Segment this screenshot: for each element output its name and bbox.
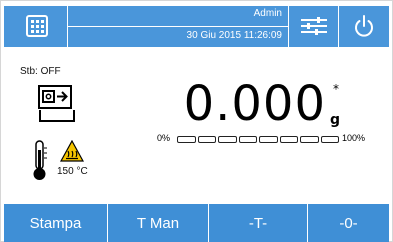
sliders-icon bbox=[301, 17, 327, 35]
settings-button[interactable] bbox=[289, 6, 339, 47]
weight-unit: g bbox=[330, 112, 341, 128]
range-max-label: 100% bbox=[342, 133, 366, 143]
status-divider bbox=[68, 26, 288, 27]
unstable-indicator: * bbox=[333, 82, 339, 96]
datetime-label: 30 Giu 2015 11:26:09 bbox=[186, 30, 282, 41]
grid-icon bbox=[26, 15, 48, 37]
function-key-bar: Stampa T Man -T- -0- bbox=[4, 204, 389, 242]
bargraph-segment bbox=[197, 136, 216, 143]
stability-status: Stb: OFF bbox=[20, 66, 61, 77]
tare-icon[interactable] bbox=[38, 85, 80, 127]
range-min-label: 0% bbox=[157, 133, 171, 143]
tare-button[interactable]: -T- bbox=[209, 204, 308, 242]
bargraph-segment bbox=[300, 136, 319, 143]
bargraph-segment bbox=[320, 136, 339, 143]
temperature-value: 150 °C bbox=[57, 166, 88, 177]
bargraph-segment bbox=[238, 136, 257, 143]
top-bar: Admin 30 Giu 2015 11:26:09 bbox=[4, 6, 389, 47]
weight-readout: 0.000 bbox=[183, 76, 326, 132]
bargraph-segment bbox=[177, 136, 196, 143]
hot-surface-warning-icon bbox=[60, 140, 84, 162]
power-button[interactable] bbox=[339, 6, 389, 47]
power-icon bbox=[355, 15, 373, 37]
user-label: Admin bbox=[253, 8, 282, 19]
bargraph-segment bbox=[259, 136, 278, 143]
load-bargraph bbox=[177, 136, 339, 143]
bargraph-segment bbox=[279, 136, 298, 143]
print-button[interactable]: Stampa bbox=[4, 204, 108, 242]
manual-tare-button[interactable]: T Man bbox=[108, 204, 209, 242]
zero-button[interactable]: -0- bbox=[308, 204, 389, 242]
bargraph-segment bbox=[218, 136, 237, 143]
menu-button[interactable] bbox=[4, 6, 68, 47]
status-panel: Admin 30 Giu 2015 11:26:09 bbox=[68, 6, 289, 47]
thermometer-icon bbox=[33, 140, 47, 180]
